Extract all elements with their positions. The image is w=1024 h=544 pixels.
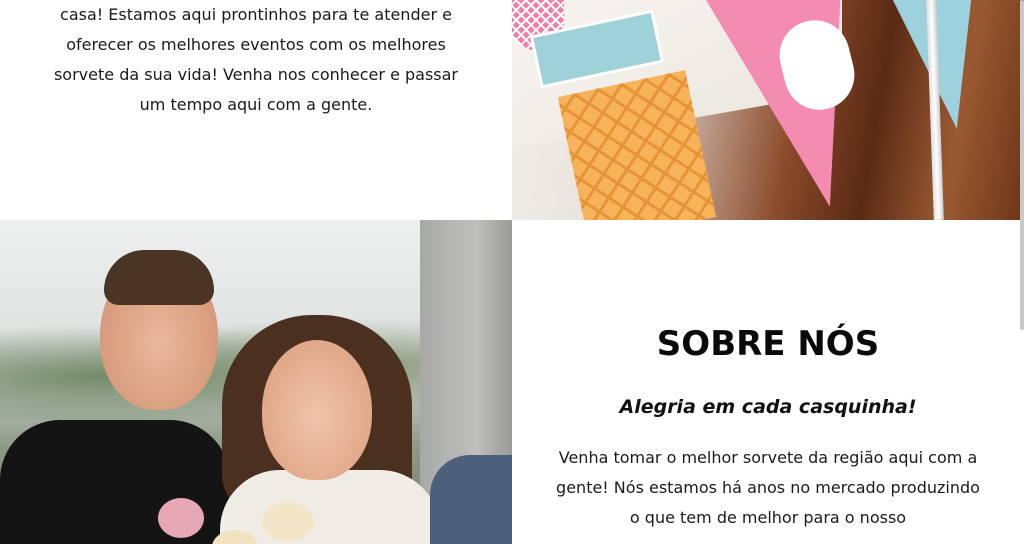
about-paragraph: Venha tomar o melhor sorvete da região a… bbox=[556, 448, 980, 527]
about-title: SOBRE NÓS bbox=[656, 324, 880, 364]
friends-ice-cream-image bbox=[0, 220, 512, 544]
party-decoration-image bbox=[512, 0, 1024, 220]
page-scrollbar[interactable] bbox=[1020, 0, 1024, 330]
friend-arm bbox=[430, 455, 512, 544]
intro-paragraph: casa! Estamos aqui prontinhos para te at… bbox=[53, 5, 459, 114]
blue-bunting-flag bbox=[877, 0, 1007, 138]
about-subtitle: Alegria em cada casquinha! bbox=[619, 396, 917, 418]
man-hair bbox=[104, 250, 214, 305]
pink-ice-cream-scoop bbox=[158, 498, 204, 538]
woman-white-top bbox=[220, 470, 440, 544]
about-section: SOBRE NÓS Alegria em cada casquinha! Ven… bbox=[512, 220, 1024, 544]
page-grid: casa! Estamos aqui prontinhos para te at… bbox=[0, 0, 1024, 544]
vanilla-ice-cream-scoop bbox=[262, 502, 314, 542]
woman-face bbox=[262, 340, 372, 480]
intro-section: casa! Estamos aqui prontinhos para te at… bbox=[0, 0, 512, 220]
